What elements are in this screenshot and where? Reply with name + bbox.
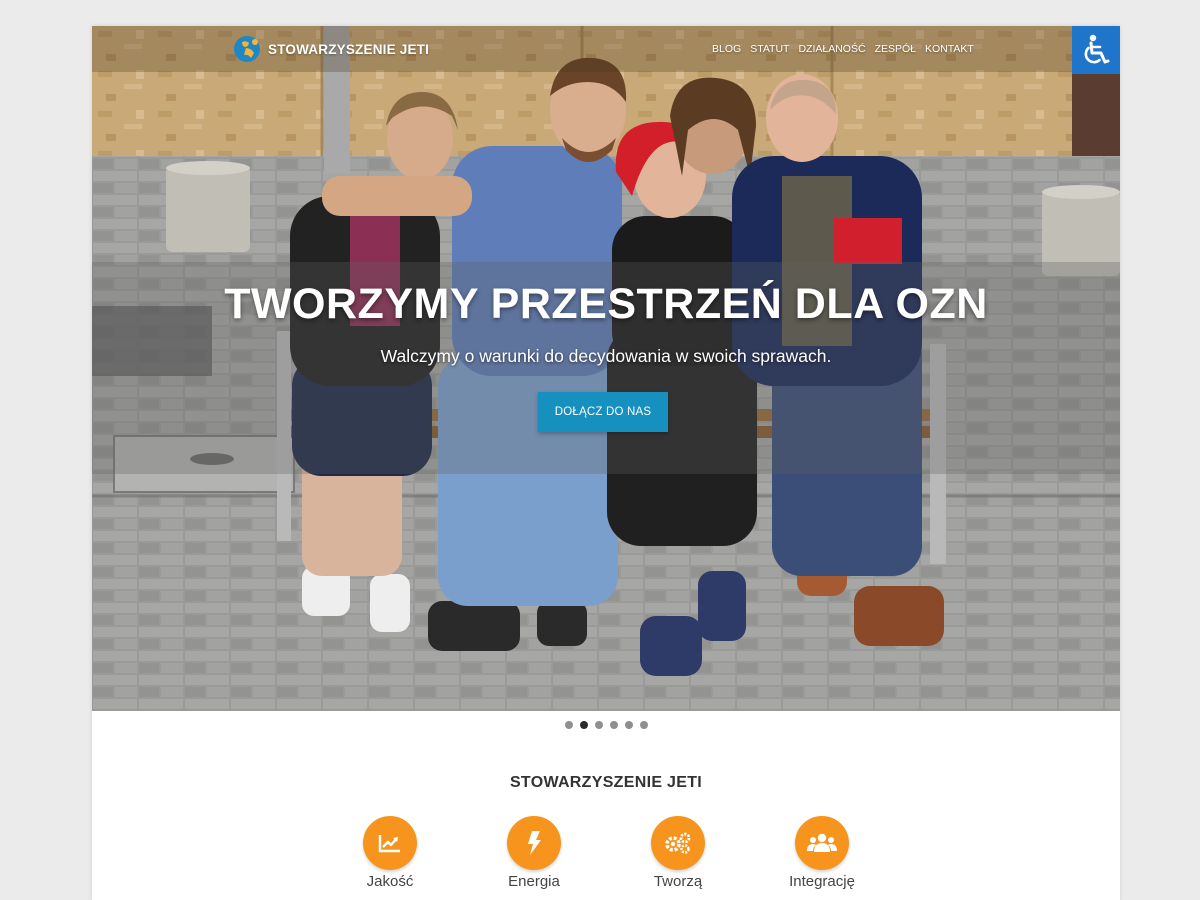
feature-label: Energia (508, 873, 560, 890)
nav-blog[interactable]: BLOG (712, 43, 741, 55)
page: STOWARZYSZENIE JETI BLOG STATUT DZIAŁANO… (92, 26, 1120, 900)
feature-label: Tworzą (653, 873, 703, 890)
nav-dzialalnosc[interactable]: DZIAŁANOŚĆ (798, 43, 865, 55)
section-title: STOWARZYSZENIE JETI (509, 774, 703, 791)
feature-label: Integrację (789, 873, 855, 890)
nav-statut[interactable]: STATUT (750, 43, 789, 55)
wheelchair-icon (1084, 34, 1110, 64)
hero-subtitle: Walczymy o warunki do decydowania w swoi… (380, 346, 832, 366)
feature-icon-circle (795, 816, 849, 870)
accessibility-button[interactable] (1072, 26, 1120, 74)
chart-icon (378, 835, 400, 853)
main-nav: BLOG STATUT DZIAŁANOŚĆ ZESPÓŁ KONTAKT (712, 43, 983, 55)
feature-energia: Energia (474, 816, 594, 890)
nav-zespol[interactable]: ZESPÓŁ (875, 43, 916, 55)
feature-icon-circle (651, 816, 705, 870)
feature-label: Jakość (366, 873, 414, 890)
slider-dot[interactable] (624, 721, 633, 729)
slider-dot[interactable] (639, 721, 648, 729)
hero-title: TWORZYMY PRZESTRZEŃ DLA OZN (224, 280, 988, 328)
slider-dot[interactable] (564, 721, 573, 729)
feature-integracje: Integrację (762, 816, 882, 890)
top-navbar: STOWARZYSZENIE JETI BLOG STATUT DZIAŁANO… (92, 26, 1120, 72)
feature-jakosc: Jakość (330, 816, 450, 890)
lightning-icon (528, 831, 541, 855)
join-us-button[interactable]: DOŁĄCZ DO NAS (538, 392, 668, 432)
brand-link[interactable]: STOWARZYSZENIE JETI (232, 34, 429, 64)
nav-kontakt[interactable]: KONTAKT (925, 43, 974, 55)
jeti-logo-icon (234, 36, 260, 62)
slider-dot-active[interactable] (579, 721, 588, 729)
slider-dot[interactable] (609, 721, 618, 729)
brand-name: STOWARZYSZENIE JETI (268, 41, 430, 57)
hero-slider: STOWARZYSZENIE JETI BLOG STATUT DZIAŁANO… (92, 26, 1120, 711)
slider-dots (92, 721, 1120, 729)
feature-icon-circle (363, 816, 417, 870)
slider-dot[interactable] (594, 721, 603, 729)
feature-icon-circle (507, 816, 561, 870)
feature-tworza: Tworzą (618, 816, 738, 890)
users-icon (807, 833, 837, 852)
gears-icon (665, 832, 691, 854)
